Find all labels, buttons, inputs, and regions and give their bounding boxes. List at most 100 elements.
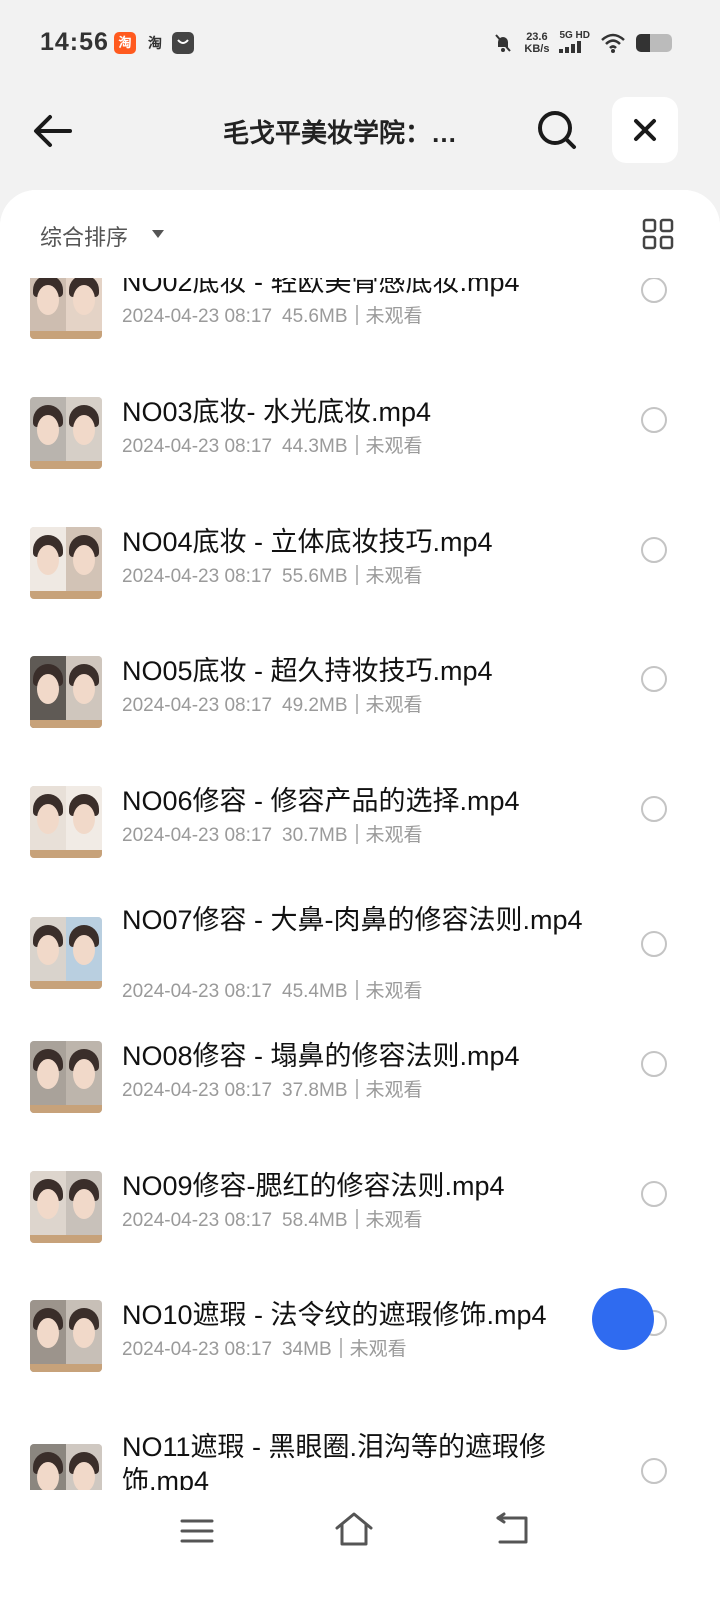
select-radio[interactable] <box>641 537 667 563</box>
file-name: NO05底妆 - 超久持妆技巧.mp4 <box>122 656 493 686</box>
list-item[interactable]: NO06修容 - 修容产品的选择.mp4 2024-04-23 08:17 30.7… <box>0 784 720 874</box>
bag-icon <box>172 32 194 54</box>
file-meta: 2024-04-23 08:17 30.7MB 未观看 <box>122 820 423 847</box>
file-meta: 2024-04-23 08:17 49.2MB 未观看 <box>122 690 423 717</box>
status-right-group: 23.6 KB/s 5G HD <box>492 28 672 58</box>
thumbnail-panel <box>30 1171 66 1243</box>
select-radio[interactable] <box>641 1181 667 1207</box>
network-type-label: 5G HD <box>559 30 590 41</box>
file-name: NO04底妆 - 立体底妆技巧.mp4 <box>122 527 493 557</box>
meta-separator <box>355 694 358 714</box>
select-radio[interactable] <box>641 277 667 303</box>
list-item[interactable]: NO03底妆- 水光底妆.mp4 2024-04-23 08:17 44.3MB 未观… <box>0 395 720 485</box>
meta-separator <box>355 305 358 325</box>
list-item[interactable]: NO02底妆 - 轻欧美骨感底妆.mp4 2024-04-23 08:17 45.6… <box>0 265 720 355</box>
watch-status: 未观看 <box>365 436 423 457</box>
meta-separator <box>355 565 358 585</box>
battery-icon <box>636 34 672 52</box>
watch-status: 未观看 <box>365 1080 423 1101</box>
close-button[interactable] <box>612 97 678 163</box>
page-title: 毛戈平美妆学院：… <box>222 118 457 148</box>
file-meta: 2024-04-23 08:17 44.3MB 未观看 <box>122 431 423 458</box>
file-size: 30.7MB <box>282 825 348 846</box>
select-radio[interactable] <box>641 666 667 692</box>
nav-back-button[interactable] <box>492 1512 532 1548</box>
back-button[interactable] <box>28 105 80 157</box>
file-meta: 2024-04-23 08:17 58.4MB 未观看 <box>122 1205 423 1232</box>
back-gesture-icon <box>496 1512 528 1544</box>
top-nav: 毛戈平美妆学院：… <box>0 95 720 165</box>
file-date: 2024-04-23 08:17 <box>122 1339 273 1360</box>
meta-separator <box>355 824 358 844</box>
file-date: 2024-04-23 08:17 <box>122 1080 273 1101</box>
file-meta: 2024-04-23 08:17 45.6MB 未观看 <box>122 301 423 328</box>
file-size: 45.4MB <box>282 981 348 1002</box>
thumbnail-panel <box>66 1041 102 1113</box>
floating-action-button[interactable] <box>592 1288 654 1350</box>
grid-view-toggle[interactable] <box>642 218 674 250</box>
sort-dropdown[interactable]: 综合排序 <box>40 220 128 252</box>
thumbnail-panel <box>66 656 102 728</box>
file-date: 2024-04-23 08:17 <box>122 981 273 1002</box>
nav-home-button[interactable] <box>334 1510 374 1548</box>
meta-separator <box>355 1209 358 1229</box>
file-date: 2024-04-23 08:17 <box>122 566 273 587</box>
thumbnail-panel <box>30 1300 66 1372</box>
list-item[interactable]: NO09修容-腮红的修容法则.mp4 2024-04-23 08:17 58.4MB… <box>0 1169 720 1259</box>
select-radio[interactable] <box>641 1458 667 1484</box>
thumbnail-caption-strip <box>30 461 102 469</box>
thumbnail-face <box>73 1189 95 1219</box>
list-item[interactable]: NO04底妆 - 立体底妆技巧.mp4 2024-04-23 08:17 55.6M… <box>0 525 720 615</box>
thumbnail-face <box>73 1318 95 1348</box>
thumbnail-panel <box>30 527 66 599</box>
watch-status: 未观看 <box>365 825 423 846</box>
thumbnail-caption-strip <box>30 720 102 728</box>
list-item[interactable]: NO08修容 - 塌鼻的修容法则.mp4 2024-04-23 08:17 37.8… <box>0 1039 720 1129</box>
thumbnail-caption-strip <box>30 1235 102 1243</box>
thumbnail-caption-strip <box>30 981 102 989</box>
file-name: NO11遮瑕 - 黑眼圈.泪沟等的遮瑕修饰.mp4 <box>122 1432 547 1496</box>
thumbnail-face <box>73 1462 95 1492</box>
select-radio[interactable] <box>641 931 667 957</box>
list-item[interactable]: NO07修容 - 大鼻-肉鼻的修容法则.mp4 2024-04-23 08:17 4… <box>0 903 720 1002</box>
thumbnail-panel <box>66 527 102 599</box>
thumbnail-panel <box>30 786 66 858</box>
thumbnail-face <box>73 285 95 315</box>
select-radio[interactable] <box>641 1051 667 1077</box>
file-meta: 2024-04-23 08:17 45.4MB 未观看 <box>122 976 423 1003</box>
close-icon <box>634 119 656 141</box>
net-speed: 23.6 KB/s <box>524 31 549 55</box>
file-name: NO10遮瑕 - 法令纹的遮瑕修饰.mp4 <box>122 1300 547 1330</box>
file-size: 49.2MB <box>282 695 348 716</box>
file-date: 2024-04-23 08:17 <box>122 695 273 716</box>
list-item[interactable]: NO05底妆 - 超久持妆技巧.mp4 2024-04-23 08:17 49.2M… <box>0 654 720 744</box>
file-name: NO09修容-腮红的修容法则.mp4 <box>122 1171 505 1201</box>
caret-down-icon[interactable] <box>152 230 164 238</box>
thumbnail-face <box>73 804 95 834</box>
file-size: 44.3MB <box>282 436 348 457</box>
file-meta: 2024-04-23 08:17 34MB 未观看 <box>122 1334 407 1361</box>
thumbnail-caption-strip <box>30 1364 102 1372</box>
select-radio[interactable] <box>641 796 667 822</box>
meta-separator <box>355 980 358 1000</box>
search-button[interactable] <box>532 105 584 157</box>
video-thumbnail <box>30 397 102 469</box>
grid-view-icon <box>642 218 674 250</box>
nav-menu-button[interactable] <box>180 1516 214 1546</box>
home-icon <box>335 1512 373 1546</box>
video-thumbnail <box>30 917 102 989</box>
file-date: 2024-04-23 08:17 <box>122 825 273 846</box>
thumbnail-face <box>73 935 95 965</box>
signal-icon <box>559 41 582 53</box>
net-speed-value: 23.6 <box>526 31 548 43</box>
system-nav-bar <box>0 1490 720 1600</box>
thumbnail-face <box>37 804 59 834</box>
select-radio[interactable] <box>641 407 667 433</box>
watch-status: 未观看 <box>349 1339 407 1360</box>
thumbnail-caption-strip <box>30 331 102 339</box>
thumbnail-panel <box>30 917 66 989</box>
sort-bar: 综合排序 <box>0 190 720 278</box>
meta-separator <box>355 435 358 455</box>
net-speed-unit: KB/s <box>524 43 550 55</box>
file-date: 2024-04-23 08:17 <box>122 436 273 457</box>
